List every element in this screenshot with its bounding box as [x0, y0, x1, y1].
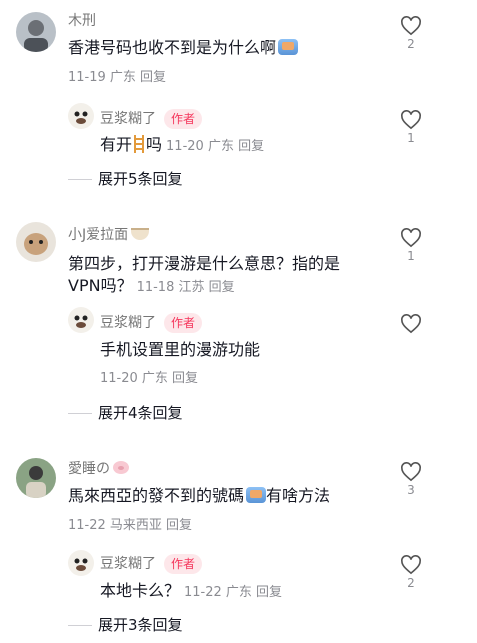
- reply-text[interactable]: 本地卡么？ 11-22 广东 回复: [100, 578, 282, 605]
- comment-meta[interactable]: 11-22 马来西亚 回复: [68, 514, 192, 533]
- expand-replies-button[interactable]: 展开4条回复: [68, 402, 183, 423]
- comment-username-text: 愛睡の: [68, 461, 110, 477]
- avatar-image: [68, 550, 94, 576]
- reply-avatar[interactable]: [68, 307, 94, 333]
- reply-username[interactable]: 豆浆糊了 作者: [100, 553, 203, 574]
- reply-username-text: 豆浆糊了: [100, 556, 156, 572]
- like-count: 1: [407, 249, 415, 263]
- comment-text-part: 馬來西亞的發不到的號碼: [68, 486, 245, 505]
- heart-outline-icon: [401, 110, 421, 130]
- like-button[interactable]: 2: [396, 555, 426, 590]
- avatar-image: [16, 458, 56, 498]
- reply-username[interactable]: 豆浆糊了 作者: [100, 312, 203, 333]
- like-button[interactable]: [396, 314, 426, 349]
- crab-box-emoji-icon: [246, 487, 267, 503]
- comment-text-part: VPN吗？: [68, 276, 133, 295]
- heart-outline-icon: [401, 314, 421, 334]
- avatar-image: [16, 222, 56, 262]
- heart-outline-icon: [401, 462, 421, 482]
- like-count: 3: [407, 483, 415, 497]
- pig-emoji-icon: [113, 461, 129, 474]
- reply-avatar[interactable]: [68, 103, 94, 129]
- comment-text-part: 香港号码也收不到是为什么啊: [68, 38, 277, 57]
- author-badge: 作者: [164, 313, 203, 333]
- expand-replies-button[interactable]: 展开3条回复: [68, 614, 183, 635]
- noodle-bowl-emoji-icon: [131, 228, 150, 240]
- reply-text-part: 有开: [100, 135, 133, 154]
- reply-text[interactable]: 手机设置里的漫游功能: [100, 337, 260, 362]
- avatar[interactable]: [16, 222, 56, 262]
- expand-replies-label: 展开5条回复: [98, 170, 183, 188]
- like-button[interactable]: 1: [396, 110, 426, 145]
- divider: [68, 413, 92, 414]
- like-button[interactable]: 1: [396, 228, 426, 263]
- heart-outline-icon: [401, 16, 421, 36]
- comment-text[interactable]: 香港号码也收不到是为什么啊: [68, 35, 299, 60]
- comment-username[interactable]: 木刑: [68, 10, 96, 30]
- comment-text[interactable]: 馬來西亞的發不到的號碼 有啥方法: [68, 483, 330, 508]
- expand-replies-label: 展开3条回复: [98, 616, 183, 634]
- comment-meta[interactable]: 11-19 广东 回复: [68, 66, 166, 85]
- reply-text-part: 本地卡么？: [100, 581, 181, 600]
- reply-text-part: 吗: [146, 135, 163, 154]
- reply-text[interactable]: 有开吗 11-20 广东 回复: [100, 132, 264, 159]
- reply-username-text: 豆浆糊了: [100, 315, 156, 331]
- avatar-image: [68, 103, 94, 129]
- avatar-image: [16, 12, 56, 52]
- divider: [68, 625, 92, 626]
- comment-text-line[interactable]: VPN吗？ 11-18 江苏 回复: [68, 273, 235, 300]
- reply-meta[interactable]: 11-22 广东 回复: [184, 585, 282, 600]
- like-count: [396, 335, 426, 349]
- ladder-emoji-icon: [134, 135, 145, 153]
- heart-outline-icon: [401, 555, 421, 575]
- reply-avatar[interactable]: [68, 550, 94, 576]
- avatar[interactable]: [16, 458, 56, 498]
- reply-meta[interactable]: 11-20 广东 回复: [166, 139, 264, 154]
- author-badge: 作者: [164, 554, 203, 574]
- reply-meta[interactable]: 11-20 广东 回复: [100, 367, 198, 386]
- like-count: 1: [407, 131, 415, 145]
- like-count: 2: [407, 576, 415, 590]
- avatar-image: [68, 307, 94, 333]
- heart-outline-icon: [401, 228, 421, 248]
- reply-username[interactable]: 豆浆糊了 作者: [100, 108, 203, 129]
- crab-box-emoji-icon: [278, 39, 299, 55]
- reply-username-text: 豆浆糊了: [100, 111, 156, 127]
- like-button[interactable]: 3: [396, 462, 426, 497]
- comment-username-text: 小J爱拉面: [68, 227, 129, 243]
- expand-replies-button[interactable]: 展开5条回复: [68, 168, 183, 189]
- expand-replies-label: 展开4条回复: [98, 404, 183, 422]
- avatar[interactable]: [16, 12, 56, 52]
- author-badge: 作者: [164, 109, 203, 129]
- like-button[interactable]: 2: [396, 16, 426, 51]
- comment-text-part: 有啥方法: [266, 486, 331, 505]
- like-count: 2: [407, 37, 415, 51]
- comment-username[interactable]: 愛睡の: [68, 458, 129, 478]
- divider: [68, 179, 92, 180]
- comment-meta[interactable]: 11-18 江苏 回复: [137, 280, 235, 295]
- comment-username[interactable]: 小J爱拉面: [68, 224, 150, 244]
